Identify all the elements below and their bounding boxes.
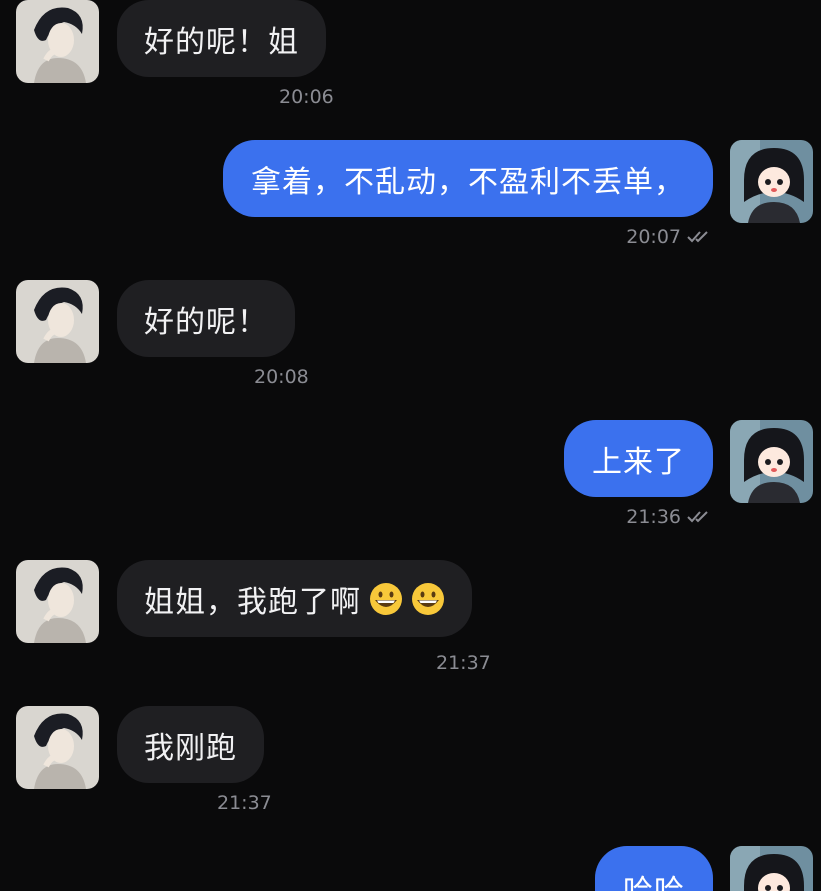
- message-time: 20:08: [254, 366, 309, 388]
- message-text: 拿着，不乱动，不盈利不丢单，: [251, 164, 685, 200]
- message-bubble[interactable]: 我刚跑: [117, 706, 264, 783]
- message-meta: 20:07: [626, 226, 713, 248]
- message-text: 姐姐，我跑了啊: [144, 584, 361, 620]
- contact-avatar[interactable]: [16, 560, 99, 643]
- message-text: 我刚跑: [144, 730, 237, 766]
- message-meta: 20:08: [254, 366, 309, 388]
- message-time: 20:06: [279, 86, 334, 108]
- my-avatar[interactable]: [730, 846, 813, 891]
- message-bubble[interactable]: 姐姐，我跑了啊: [117, 560, 472, 637]
- contact-avatar[interactable]: [16, 0, 99, 83]
- message-text: 好的呢！: [144, 304, 268, 340]
- my-avatar[interactable]: [730, 140, 813, 223]
- message-bubble[interactable]: 好的呢！: [117, 280, 295, 357]
- chat-message-list[interactable]: 好的呢！姐 20:06 拿着，不乱动，不盈利不丢单， 20:07 好的呢！ 20…: [0, 0, 821, 891]
- contact-avatar[interactable]: [16, 280, 99, 363]
- message-text: 哈哈: [623, 866, 685, 891]
- message-time: 21:36: [626, 506, 681, 528]
- double-check-icon: [687, 230, 713, 244]
- message-bubble[interactable]: 哈哈: [595, 846, 713, 891]
- double-check-icon: [687, 510, 713, 524]
- message-time: 21:37: [217, 792, 272, 814]
- message-time: 21:37: [436, 652, 491, 674]
- message-bubble[interactable]: 好的呢！姐: [117, 0, 326, 77]
- message-bubble[interactable]: 上来了: [564, 420, 713, 497]
- grinning-face-icon: [369, 582, 403, 616]
- message-text: 上来了: [592, 444, 685, 480]
- message-meta: 21:36: [626, 506, 713, 528]
- contact-avatar[interactable]: [16, 706, 99, 789]
- message-bubble[interactable]: 拿着，不乱动，不盈利不丢单，: [223, 140, 713, 217]
- message-text: 好的呢！姐: [144, 24, 299, 60]
- my-avatar[interactable]: [730, 420, 813, 503]
- message-meta: 21:37: [217, 792, 272, 814]
- message-meta: 21:37: [436, 652, 491, 674]
- grinning-face-icon: [411, 582, 445, 616]
- message-meta: 20:06: [279, 86, 334, 108]
- message-time: 20:07: [626, 226, 681, 248]
